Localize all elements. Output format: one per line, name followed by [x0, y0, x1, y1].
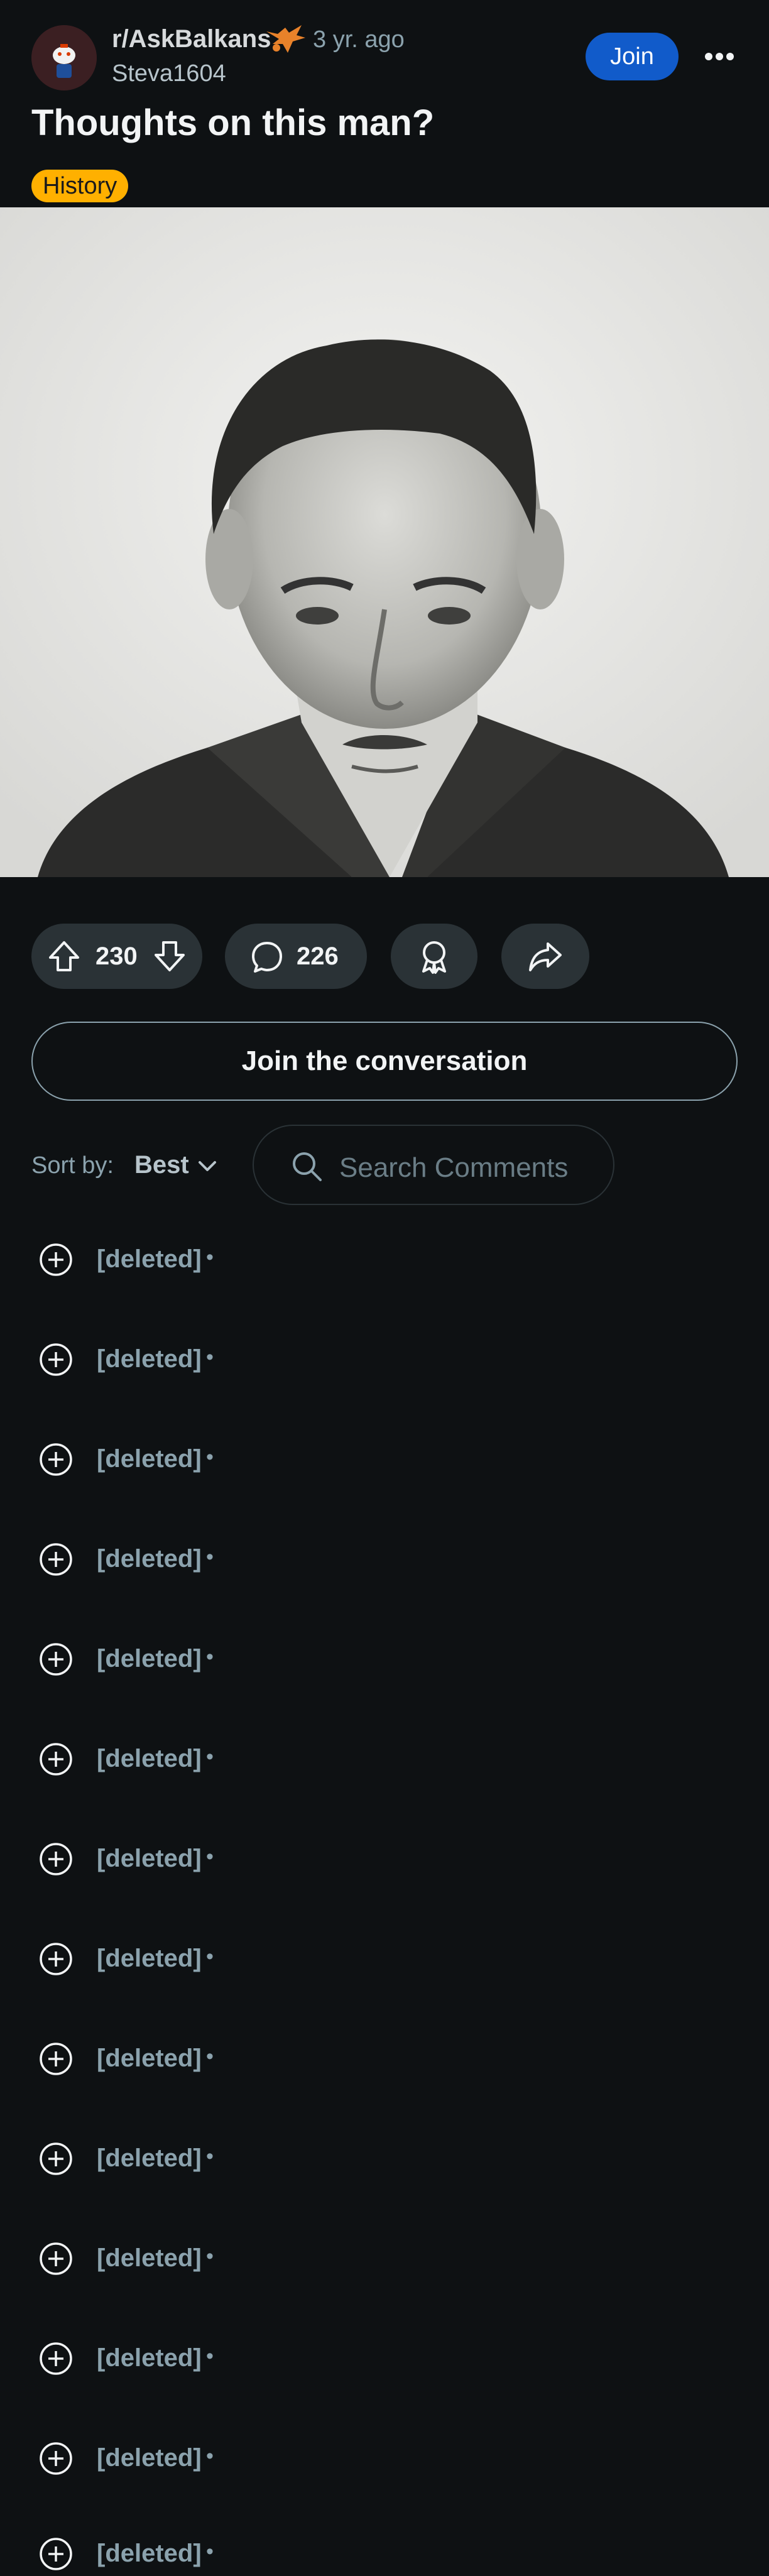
comment-row[interactable]: [deleted] •	[0, 1231, 769, 1282]
expand-icon[interactable]	[39, 1443, 73, 1476]
subreddit-name[interactable]: r/AskBalkans	[112, 25, 271, 53]
expand-icon[interactable]	[39, 2142, 73, 2176]
award-icon	[416, 939, 452, 978]
separator-dot: •	[206, 1245, 214, 1269]
post-image[interactable]	[0, 207, 769, 877]
search-comments-input[interactable]: Search Comments	[253, 1125, 614, 1205]
comments-button[interactable]: 226	[225, 924, 367, 989]
comment-count: 226	[297, 942, 339, 970]
post-header: r/AskBalkans 3 yr. ago Steva1604 Join Th…	[0, 0, 769, 207]
upvote-icon[interactable]	[46, 939, 82, 977]
comment-row[interactable]: [deleted] •	[0, 1631, 769, 1681]
comment-author[interactable]: [deleted]	[97, 1745, 202, 1773]
separator-dot: •	[206, 1945, 214, 1968]
comment-author[interactable]: [deleted]	[97, 2540, 202, 2568]
expand-icon[interactable]	[39, 2537, 73, 2571]
more-icon[interactable]	[697, 39, 741, 74]
share-icon	[528, 940, 563, 976]
comment-row[interactable]: [deleted] •	[0, 1431, 769, 1482]
expand-icon[interactable]	[39, 2242, 73, 2276]
expand-icon[interactable]	[39, 1842, 73, 1876]
expand-icon[interactable]	[39, 1343, 73, 1377]
post-time: 3 yr. ago	[313, 26, 405, 53]
comment-row[interactable]: [deleted] •	[0, 2230, 769, 2281]
comment-row[interactable]: [deleted] •	[0, 2526, 769, 2576]
vote-count: 230	[95, 942, 138, 970]
comment-author[interactable]: [deleted]	[97, 2344, 202, 2372]
comment-row[interactable]: [deleted] •	[0, 1331, 769, 1382]
comment-author[interactable]: [deleted]	[97, 1245, 202, 1274]
expand-icon[interactable]	[39, 1542, 73, 1576]
comment-row[interactable]: [deleted] •	[0, 1531, 769, 1581]
separator-dot: •	[206, 2344, 214, 2368]
comment-row[interactable]: [deleted] •	[0, 1731, 769, 1781]
chevron-down-icon[interactable]	[195, 1154, 220, 1179]
comment-author[interactable]: [deleted]	[97, 1545, 202, 1573]
separator-dot: •	[206, 2540, 214, 2563]
subreddit-avatar[interactable]	[31, 25, 97, 90]
comment-author[interactable]: [deleted]	[97, 2044, 202, 2073]
comment-author[interactable]: [deleted]	[97, 2244, 202, 2273]
subreddit-emoji	[264, 23, 308, 58]
separator-dot: •	[206, 1345, 214, 1369]
comment-row[interactable]: [deleted] •	[0, 1931, 769, 1981]
downvote-icon[interactable]	[152, 939, 187, 977]
sort-label: Sort by:	[31, 1152, 114, 1179]
vote-pill: 230	[31, 924, 202, 989]
post-actions: 230 226	[0, 924, 769, 993]
separator-dot: •	[206, 2044, 214, 2068]
join-conversation-button[interactable]: Join the conversation	[31, 1022, 738, 1101]
separator-dot: •	[206, 1845, 214, 1869]
join-button[interactable]: Join	[586, 33, 679, 80]
comment-author[interactable]: [deleted]	[97, 2444, 202, 2472]
comment-row[interactable]: [deleted] •	[0, 2131, 769, 2181]
expand-icon[interactable]	[39, 2342, 73, 2376]
expand-icon[interactable]	[39, 2042, 73, 2076]
expand-icon[interactable]	[39, 1742, 73, 1776]
separator-dot: •	[206, 1545, 214, 1569]
comment-author[interactable]: [deleted]	[97, 1445, 202, 1473]
expand-icon[interactable]	[39, 2442, 73, 2475]
post-title[interactable]: Thoughts on this man?	[31, 102, 434, 144]
separator-dot: •	[206, 1445, 214, 1469]
separator-dot: •	[206, 2444, 214, 2468]
comment-row[interactable]: [deleted] •	[0, 2330, 769, 2381]
sort-dropdown[interactable]: Best	[134, 1151, 189, 1179]
comment-row[interactable]: [deleted] •	[0, 2430, 769, 2480]
post-author[interactable]: Steva1604	[112, 60, 226, 87]
comment-author[interactable]: [deleted]	[97, 1945, 202, 1973]
separator-dot: •	[206, 2244, 214, 2268]
comment-row[interactable]: [deleted] •	[0, 1831, 769, 1881]
expand-icon[interactable]	[39, 1942, 73, 1976]
comment-row[interactable]: [deleted] •	[0, 2031, 769, 2081]
comment-icon	[250, 940, 284, 977]
expand-icon[interactable]	[39, 1243, 73, 1277]
share-button[interactable]	[501, 924, 589, 989]
comment-author[interactable]: [deleted]	[97, 1845, 202, 1873]
award-button[interactable]	[391, 924, 477, 989]
separator-dot: •	[206, 1745, 214, 1769]
post-flair[interactable]: History	[31, 170, 129, 202]
search-icon	[290, 1150, 323, 1182]
search-placeholder: Search Comments	[339, 1152, 569, 1183]
separator-dot: •	[206, 1645, 214, 1669]
comment-author[interactable]: [deleted]	[97, 1645, 202, 1673]
separator-dot: •	[206, 2144, 214, 2168]
expand-icon[interactable]	[39, 1642, 73, 1676]
comment-author[interactable]: [deleted]	[97, 2144, 202, 2173]
comment-author[interactable]: [deleted]	[97, 1345, 202, 1373]
